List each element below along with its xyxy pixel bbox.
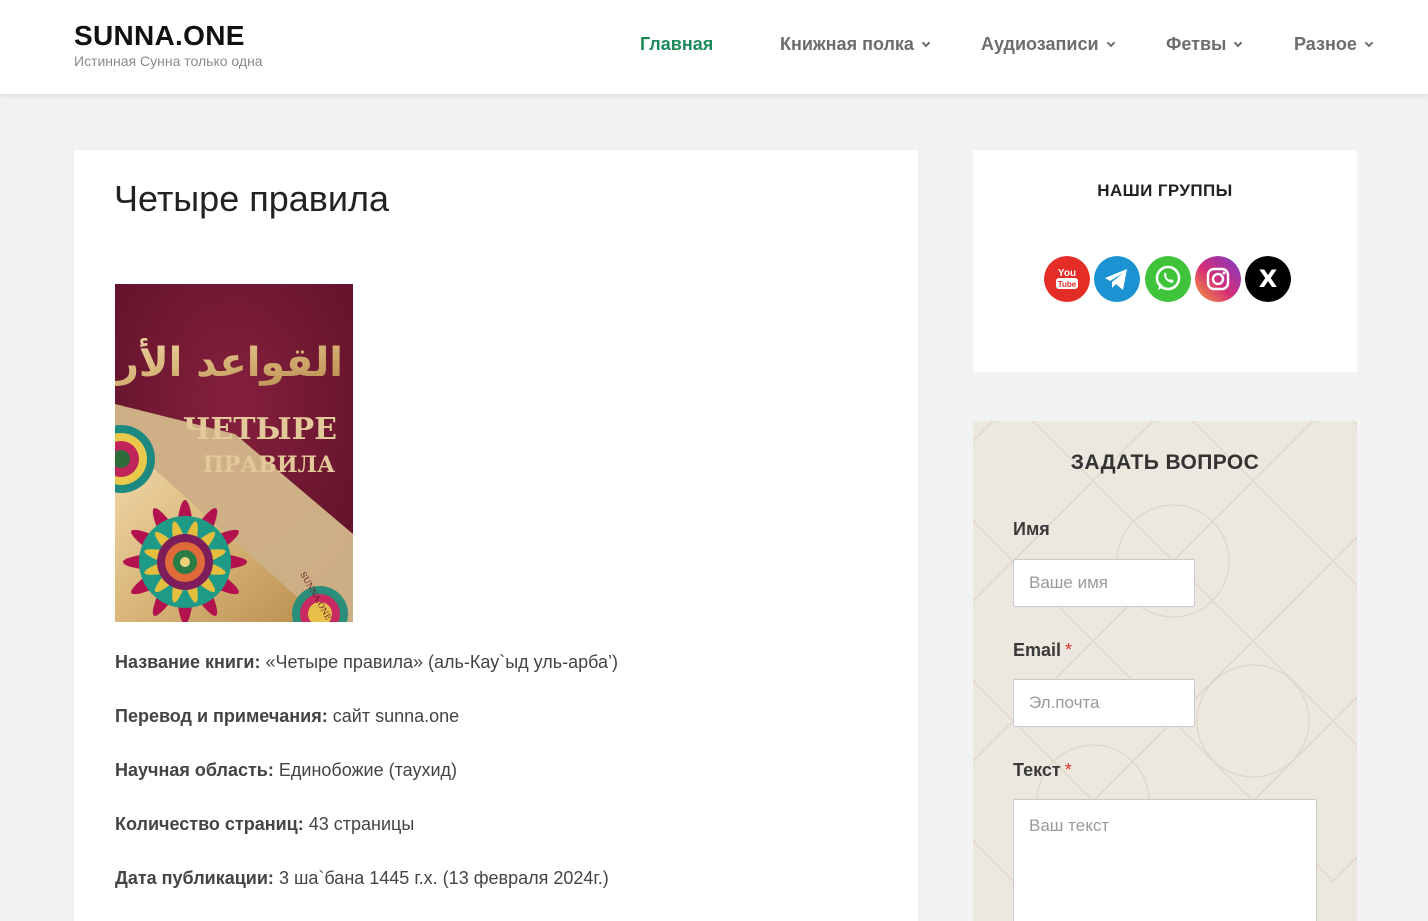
meta-value: Единобожие (таухид): [278, 760, 458, 780]
widget-title: НАШИ ГРУППЫ: [1097, 181, 1233, 200]
book-cover-image[interactable]: القواعد الأربع ЧЕТЫРЕ ПРАВИЛА SUNNA.ONE: [115, 284, 353, 622]
email-field[interactable]: [1013, 679, 1195, 727]
x-icon[interactable]: X: [1245, 256, 1291, 302]
site-header: SUNNA.ONE Истинная Сунна только одна Гла…: [0, 0, 1428, 94]
meta-label: Дата публикации:: [115, 868, 274, 888]
svg-text:Tube: Tube: [1058, 280, 1077, 289]
meta-value: 3 ша`бана 1445 г.х. (13 февраля 2024г.): [278, 868, 609, 888]
youtube-icon[interactable]: You Tube: [1044, 256, 1090, 302]
nav-item-audio[interactable]: Аудиозаписи: [981, 34, 1115, 55]
svg-text:X: X: [1259, 265, 1278, 293]
widget-title: ЗАДАТЬ ВОПРОС: [1070, 451, 1260, 474]
svg-text:You: You: [1058, 268, 1076, 279]
meta-value: «Четыре правила» (аль-Кау`ыд уль-арба’): [265, 652, 619, 672]
meta-label: Количество страниц:: [115, 814, 304, 834]
meta-value: сайт sunna.one: [332, 706, 460, 726]
whatsapp-icon[interactable]: [1145, 256, 1191, 302]
telegram-icon[interactable]: [1094, 256, 1140, 302]
nav-item-fatwas[interactable]: Фетвы: [1166, 34, 1243, 55]
site-tagline: Истинная Сунна только одна: [74, 53, 263, 69]
meta-pages: Количество страниц: 43 страницы: [115, 814, 414, 835]
chevron-down-icon: [1106, 38, 1115, 48]
meta-translation: Перевод и примечания: сайт sunna.one: [115, 706, 459, 727]
nav-item-bookshelf[interactable]: Книжная полка: [780, 34, 931, 55]
meta-label: Научная область:: [115, 760, 274, 780]
chevron-down-icon: [1364, 38, 1374, 48]
chevron-down-icon: [1234, 38, 1243, 48]
required-mark: *: [1064, 760, 1072, 780]
cover-title-line2: ПРАВИЛА: [203, 452, 335, 478]
email-label: Email *: [1013, 640, 1073, 660]
nav-item-misc[interactable]: Разное: [1294, 34, 1374, 55]
nav-item-label: Разное: [1294, 34, 1357, 54]
name-label: Имя: [1013, 519, 1050, 539]
nav-item-label: Главная: [640, 34, 714, 54]
message-textarea[interactable]: [1013, 799, 1317, 921]
widget-ask-question: ЗАДАТЬ ВОПРОС Имя Email* Текст*: [973, 421, 1357, 921]
nav-item-label: Книжная полка: [780, 34, 914, 54]
meta-value: 43 страницы: [308, 814, 415, 834]
meta-date: Дата публикации: 3 ша`бана 1445 г.х. (13…: [115, 868, 609, 889]
nav-item-home[interactable]: Главная: [640, 34, 713, 55]
meta-label: Название книги:: [115, 652, 261, 672]
nav-item-label: Аудиозаписи: [981, 34, 1099, 54]
chevron-down-icon: [921, 38, 931, 48]
meta-field: Научная область: Единобожие (таухид): [115, 760, 457, 781]
name-field[interactable]: [1013, 559, 1195, 607]
book-cover-art: القواعد الأربع ЧЕТЫРЕ ПРАВИЛА SUNNA.ONE: [115, 284, 353, 622]
nav-item-label: Фетвы: [1166, 34, 1227, 54]
widget-our-groups: НАШИ ГРУППЫ You Tube X: [973, 150, 1357, 372]
site-title[interactable]: SUNNA.ONE: [74, 20, 245, 52]
meta-label: Перевод и примечания:: [115, 706, 328, 726]
meta-book-name: Название книги: «Четыре правила» (аль-Ка…: [115, 652, 618, 673]
page-title: Четыре правила: [114, 178, 390, 219]
required-mark: *: [1065, 640, 1073, 660]
cover-title-line1: ЧЕТЫРЕ: [183, 412, 337, 447]
article-card: Четыре правила القواعد الأر ЧЕТЫРЕ ПРАВИ…: [74, 150, 918, 921]
text-label: Текст *: [1013, 760, 1072, 780]
cover-arabic-title: القواعد الأربع: [115, 337, 343, 386]
instagram-icon[interactable]: [1195, 256, 1241, 302]
